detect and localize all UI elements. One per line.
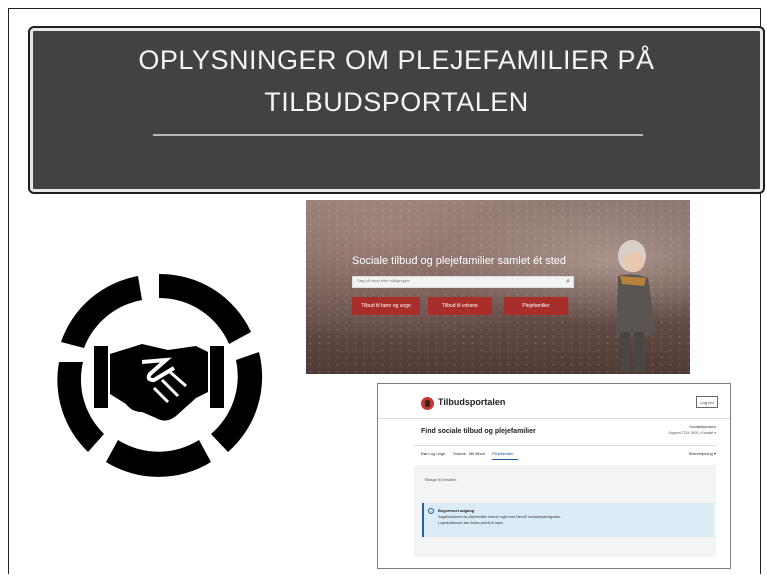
info-icon: i [428,508,434,514]
portal-brand[interactable]: Tilbudsportalen [438,397,505,407]
nav-my-offer[interactable]: Mit tilbud [469,451,485,456]
hero-screenshot: Sociale tilbud og plejefamilier samlet é… [306,200,690,374]
portal-content: Tilbage til forsiden i Begrænset adgang … [414,465,716,557]
nav-divider [414,445,716,446]
hero-heading: Sociale tilbud og plejefamilier samlet é… [352,255,567,267]
hero-search-placeholder: Søg på navn eller måltgruppe [357,278,410,283]
children-youth-button[interactable]: Tilbud til børn og unge [352,297,420,315]
title-box: OPLYSNINGER OM PLEJEFAMILIER PÅ TILBUDSP… [30,28,763,192]
tilbudsportalen-logo[interactable] [421,397,434,410]
adults-button[interactable]: Tilbud til voksne [428,297,492,315]
portal-page-title: Find sociale tilbud og plejefamilier [421,428,536,435]
support-contact[interactable]: Support 7224 1500 • Kontakt ▾ [668,431,716,435]
slide-title-line-1: OPLYSNINGER OM PLEJEFAMILIER PÅ [138,45,655,75]
title-underline [153,134,643,136]
portal-screenshot: Tilbudsportalen Log ind Find sociale til… [377,383,731,569]
slide-title-line-2: TILBUDSPORTALEN [264,87,529,117]
child-photo [616,240,656,372]
back-to-home-link[interactable]: Tilbage til forsiden [424,477,456,482]
handshake-icon [57,273,263,477]
alert-text-1: Søgefunktionen for plejefamilier kræver … [438,515,561,519]
active-tab-indicator [492,459,518,460]
header-divider [378,418,730,419]
nav-adults[interactable]: Voksne [453,451,466,456]
foster-families-button[interactable]: Plejefamilier [504,297,568,315]
hero-search-input[interactable]: Søg på navn eller måltgruppe ⌕ [352,276,574,288]
alert-title: Begrænset adgang [438,508,475,513]
nav-foster-families[interactable]: Plejefamilier [492,451,514,456]
nav-children-youth[interactable]: Børn og unge [421,451,445,456]
search-icon[interactable]: ⌕ [566,277,570,286]
slide: OPLYSNINGER OM PLEJEFAMILIER PÅ TILBUDSP… [0,0,767,580]
login-button[interactable]: Log ind [696,396,718,408]
page-settings-menu[interactable]: Sidebetjening ▾ [689,451,716,456]
restricted-access-alert: i Begrænset adgang Søgefunktionen for pl… [422,503,714,537]
portal-owner: Socialstyrelsen [689,424,716,429]
alert-text-2: Loginfunktionen kan findes øverst til hø… [438,521,504,525]
